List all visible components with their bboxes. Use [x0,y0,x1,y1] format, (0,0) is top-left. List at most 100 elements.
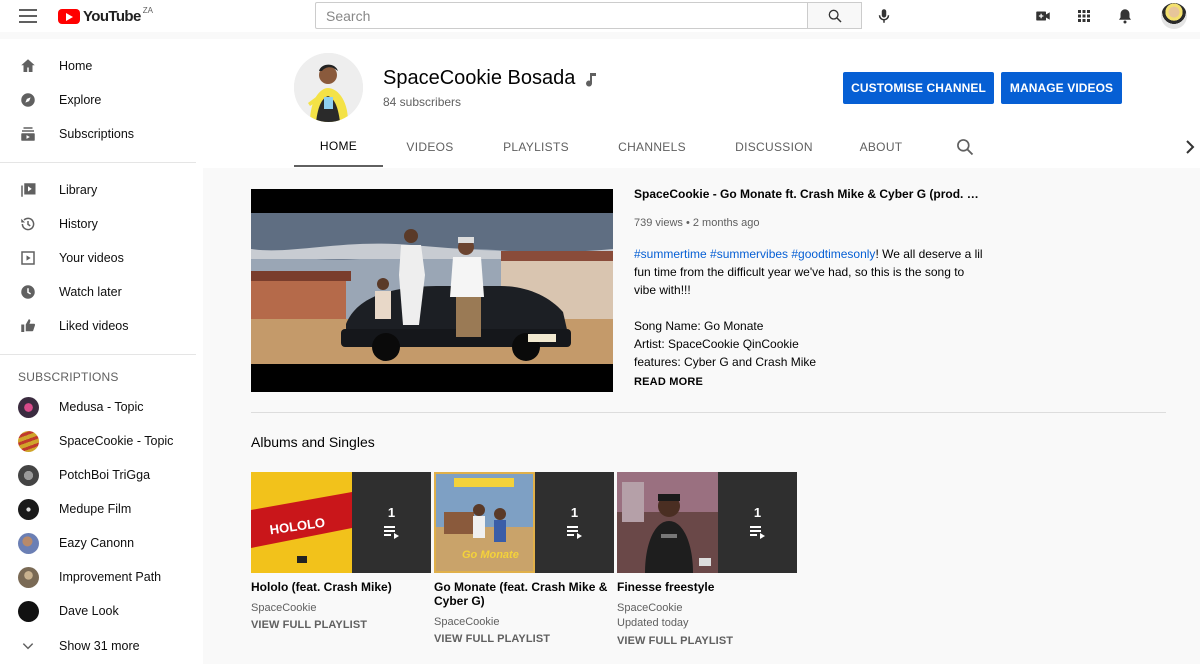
album-art-text: Go Monate [462,549,519,561]
voice-search-button[interactable] [873,5,895,27]
channel-avatar-large[interactable] [294,53,363,122]
channel-search-icon[interactable] [955,137,975,157]
video-count: 1 [753,505,762,520]
subscription-label: Eazy Canonn [59,536,135,550]
menu-icon[interactable] [19,9,37,23]
search-input[interactable] [315,2,808,29]
subscription-item[interactable]: Medusa - Topic [0,390,203,424]
view-full-playlist-link[interactable]: VIEW FULL PLAYLIST [251,619,431,631]
playlist-overlay: 1 [718,472,797,573]
song-name: Song Name: Go Monate [634,319,764,333]
account-avatar[interactable] [1161,3,1187,29]
sidebar-item-liked-videos[interactable]: Liked videos [0,309,203,343]
search-button[interactable] [807,2,862,29]
subscription-item[interactable]: PotchBoi TriGga [0,458,203,492]
subscription-label: SpaceCookie - Topic [59,434,174,448]
subscription-item[interactable]: Eazy Canonn [0,526,203,560]
playlist-channel[interactable]: SpaceCookie [434,616,614,629]
manage-videos-button[interactable]: MANAGE VIDEOS [1001,72,1122,104]
sidebar-item-history[interactable]: History [0,207,203,241]
channel-avatar [18,464,39,486]
create-button[interactable] [1032,5,1054,27]
playlist-title[interactable]: Go Monate (feat. Crash Mike & Cyber G) [434,580,614,608]
sidebar-divider [0,162,196,163]
playlist-card[interactable]: Go Monate 1 Go Monate (feat. Crash Mike … [434,472,614,645]
channel-name: SpaceCookie Bosada [383,67,576,89]
chevron-down-icon [19,637,37,655]
apps-grid-icon [1078,10,1090,22]
tab-playlists[interactable]: PLAYLISTS [493,127,579,167]
notifications-button[interactable] [1114,5,1136,27]
show-more-subscriptions[interactable]: Show 31 more [0,629,203,663]
show-more-label: Show 31 more [59,639,140,653]
albums-section-title[interactable]: Albums and Singles [251,434,375,450]
view-full-playlist-link[interactable]: VIEW FULL PLAYLIST [434,633,614,645]
apps-button[interactable] [1073,5,1095,27]
tab-channels[interactable]: CHANNELS [608,127,696,167]
playlist-channel[interactable]: SpaceCookie [617,602,797,615]
featured-video-title[interactable]: SpaceCookie - Go Monate ft. Crash Mike &… [634,187,984,201]
home-icon [19,57,37,75]
playlist-thumbnail[interactable]: Go Monate 1 [434,472,614,573]
playlist-overlay: 1 [352,472,431,573]
featured-video-meta: 739 views • 2 months ago [634,217,760,229]
microphone-icon [878,9,890,23]
playlist-title[interactable]: Finesse freestyle [617,580,797,594]
playlist-thumbnail[interactable]: HOLOLO 1 [251,472,431,573]
sidebar-item-home[interactable]: Home [0,49,203,83]
sidebar-item-your-videos[interactable]: Your videos [0,241,203,275]
view-full-playlist-link[interactable]: VIEW FULL PLAYLIST [617,635,797,647]
your-videos-icon [19,249,37,267]
history-icon [19,215,37,233]
playlist-card[interactable]: 1 Finesse freestyle SpaceCookie Updated … [617,472,797,647]
featured-video-player[interactable] [251,189,613,392]
subscriber-count: 84 subscribers [383,95,462,109]
chevron-right-icon[interactable] [1184,139,1196,155]
channel-tabs: HOME VIDEOS PLAYLISTS CHANNELS DISCUSSIO… [203,127,1200,167]
music-note-icon [586,73,596,87]
playlist-title[interactable]: Hololo (feat. Crash Mike) [251,580,431,594]
tab-videos[interactable]: VIDEOS [398,127,462,167]
hashtag-links[interactable]: #summertime #summervibes #goodtimesonly [634,247,875,261]
subscriptions-heading: SUBSCRIPTIONS [18,370,119,384]
featured-video-description: #summertime #summervibes #goodtimesonly!… [634,245,984,299]
album-art [617,472,718,573]
search-icon [828,9,842,23]
video-camera-icon [1036,11,1050,21]
channel-avatar [18,532,39,554]
subscription-item[interactable]: SpaceCookie - Topic [0,424,203,458]
tab-discussion[interactable]: DISCUSSION [726,127,822,167]
video-count: 1 [387,505,396,520]
sidebar-item-label: Liked videos [59,319,129,333]
sidebar-item-library[interactable]: Library [0,173,203,207]
playlist-thumbnail[interactable]: 1 [617,472,797,573]
features-line: features: Cyber G and Crash Mike [634,355,817,369]
channel-avatar [18,600,39,622]
subscription-label: Dave Look [59,604,119,618]
thumbs-up-icon [19,317,37,335]
sidebar-item-watch-later[interactable]: Watch later [0,275,203,309]
subscription-item[interactable]: Dave Look [0,594,203,628]
tab-home[interactable]: HOME [294,127,383,167]
playlist-icon [383,526,399,539]
sidebar-item-label: Home [59,59,93,73]
customise-channel-button[interactable]: CUSTOMISE CHANNEL [843,72,994,104]
subscription-item[interactable]: Improvement Path [0,560,203,594]
sidebar-item-label: Subscriptions [59,127,135,141]
subscription-item[interactable]: Medupe Film [0,492,203,526]
playlist-overlay: 1 [535,472,614,573]
sidebar-item-subscriptions[interactable]: Subscriptions [0,117,203,151]
subscription-label: Improvement Path [59,570,162,584]
sidebar-item-explore[interactable]: Explore [0,83,203,117]
compass-icon [19,91,37,109]
read-more-link[interactable]: READ MORE [634,376,703,388]
library-icon [19,181,37,199]
subscription-label: Medupe Film [59,502,132,516]
artist-line: Artist: SpaceCookie QinCookie [634,337,799,351]
youtube-logo[interactable]: YouTube ZA [58,6,153,25]
tab-about[interactable]: ABOUT [851,127,911,167]
playlist-channel[interactable]: SpaceCookie [251,602,431,615]
sidebar-divider [0,354,196,355]
sidebar-item-label: Watch later [59,285,122,299]
playlist-card[interactable]: HOLOLO 1 Hololo (feat. Crash Mike) Space… [251,472,431,631]
